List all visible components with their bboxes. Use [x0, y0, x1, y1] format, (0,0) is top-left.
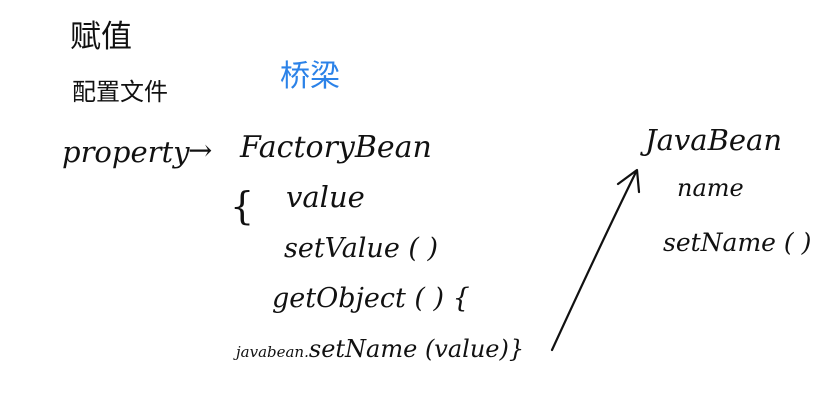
- get-object-method-label: getObject ( ) {: [272, 283, 470, 314]
- assign-label: 赋值: [70, 19, 132, 55]
- connector-arrow-line: [550, 170, 638, 352]
- connector-arrow-head-icon: [616, 168, 641, 194]
- whiteboard-canvas: 赋值 配置文件 桥梁 property → FactoryBean { valu…: [0, 0, 817, 404]
- set-name-call-label: javabean.setName (value)}: [236, 337, 524, 361]
- bridge-label: 桥梁: [280, 59, 340, 94]
- name-field-label: name: [677, 174, 744, 202]
- right-arrow-icon: →: [188, 133, 213, 167]
- set-name-call-method: setName (value)}: [308, 335, 525, 363]
- set-name-call-object: javabean.: [236, 343, 309, 361]
- set-name-method-label: setName ( ): [663, 228, 812, 257]
- java-bean-label: JavaBean: [645, 123, 783, 157]
- set-value-method-label: setValue ( ): [284, 233, 439, 264]
- property-label: property: [62, 135, 190, 169]
- value-field-label: value: [286, 180, 365, 214]
- open-brace: {: [230, 184, 255, 228]
- config-file-label: 配置文件: [72, 78, 168, 106]
- factory-bean-label: FactoryBean: [240, 130, 432, 165]
